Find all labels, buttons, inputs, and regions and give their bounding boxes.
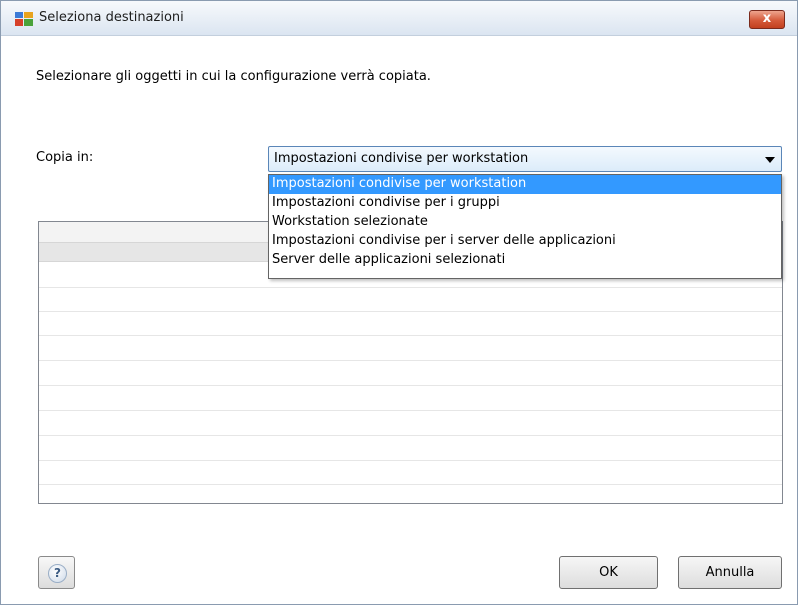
grid-row-line xyxy=(39,460,782,461)
grid-row-line xyxy=(39,385,782,386)
close-icon: x xyxy=(762,11,772,26)
title-bar[interactable]: Seleziona destinazioni x xyxy=(1,1,797,36)
ok-button[interactable]: OK xyxy=(559,556,658,589)
grid-row-line xyxy=(39,335,782,336)
dropdown-option[interactable]: Server delle applicazioni selezionati xyxy=(269,251,781,270)
grid-row-line xyxy=(39,435,782,436)
chevron-down-icon[interactable] xyxy=(765,157,775,163)
close-button[interactable]: x xyxy=(749,10,785,29)
cancel-button[interactable]: Annulla xyxy=(678,556,782,589)
copy-to-select[interactable]: Impostazioni condivise per workstation xyxy=(268,146,782,172)
dropdown-option[interactable]: Workstation selezionate xyxy=(269,213,781,232)
copy-to-dropdown-list: Impostazioni condivise per workstation I… xyxy=(268,174,782,279)
help-button[interactable]: ? xyxy=(38,556,75,589)
copy-to-label: Copia in: xyxy=(36,150,94,165)
grid-row-line xyxy=(39,360,782,361)
dropdown-option[interactable]: Impostazioni condivise per i server dell… xyxy=(269,232,781,251)
grid-row-line xyxy=(39,287,782,288)
select-value: Impostazioni condivise per workstation xyxy=(274,151,529,166)
dropdown-option[interactable]: Impostazioni condivise per workstation xyxy=(269,175,781,194)
dialog-body: Selezionare gli oggetti in cui la config… xyxy=(1,36,797,604)
window-title: Seleziona destinazioni xyxy=(39,10,184,25)
dropdown-option[interactable]: Impostazioni condivise per i gruppi xyxy=(269,194,781,213)
instructions-text: Selezionare gli oggetti in cui la config… xyxy=(36,69,431,84)
help-icon: ? xyxy=(48,564,67,583)
dialog-window: Seleziona destinazioni x Selezionare gli… xyxy=(0,0,798,605)
grid-row-line xyxy=(39,410,782,411)
grid-row-line xyxy=(39,311,782,312)
avg-logo-icon xyxy=(15,12,33,26)
grid-row-line xyxy=(39,484,782,485)
